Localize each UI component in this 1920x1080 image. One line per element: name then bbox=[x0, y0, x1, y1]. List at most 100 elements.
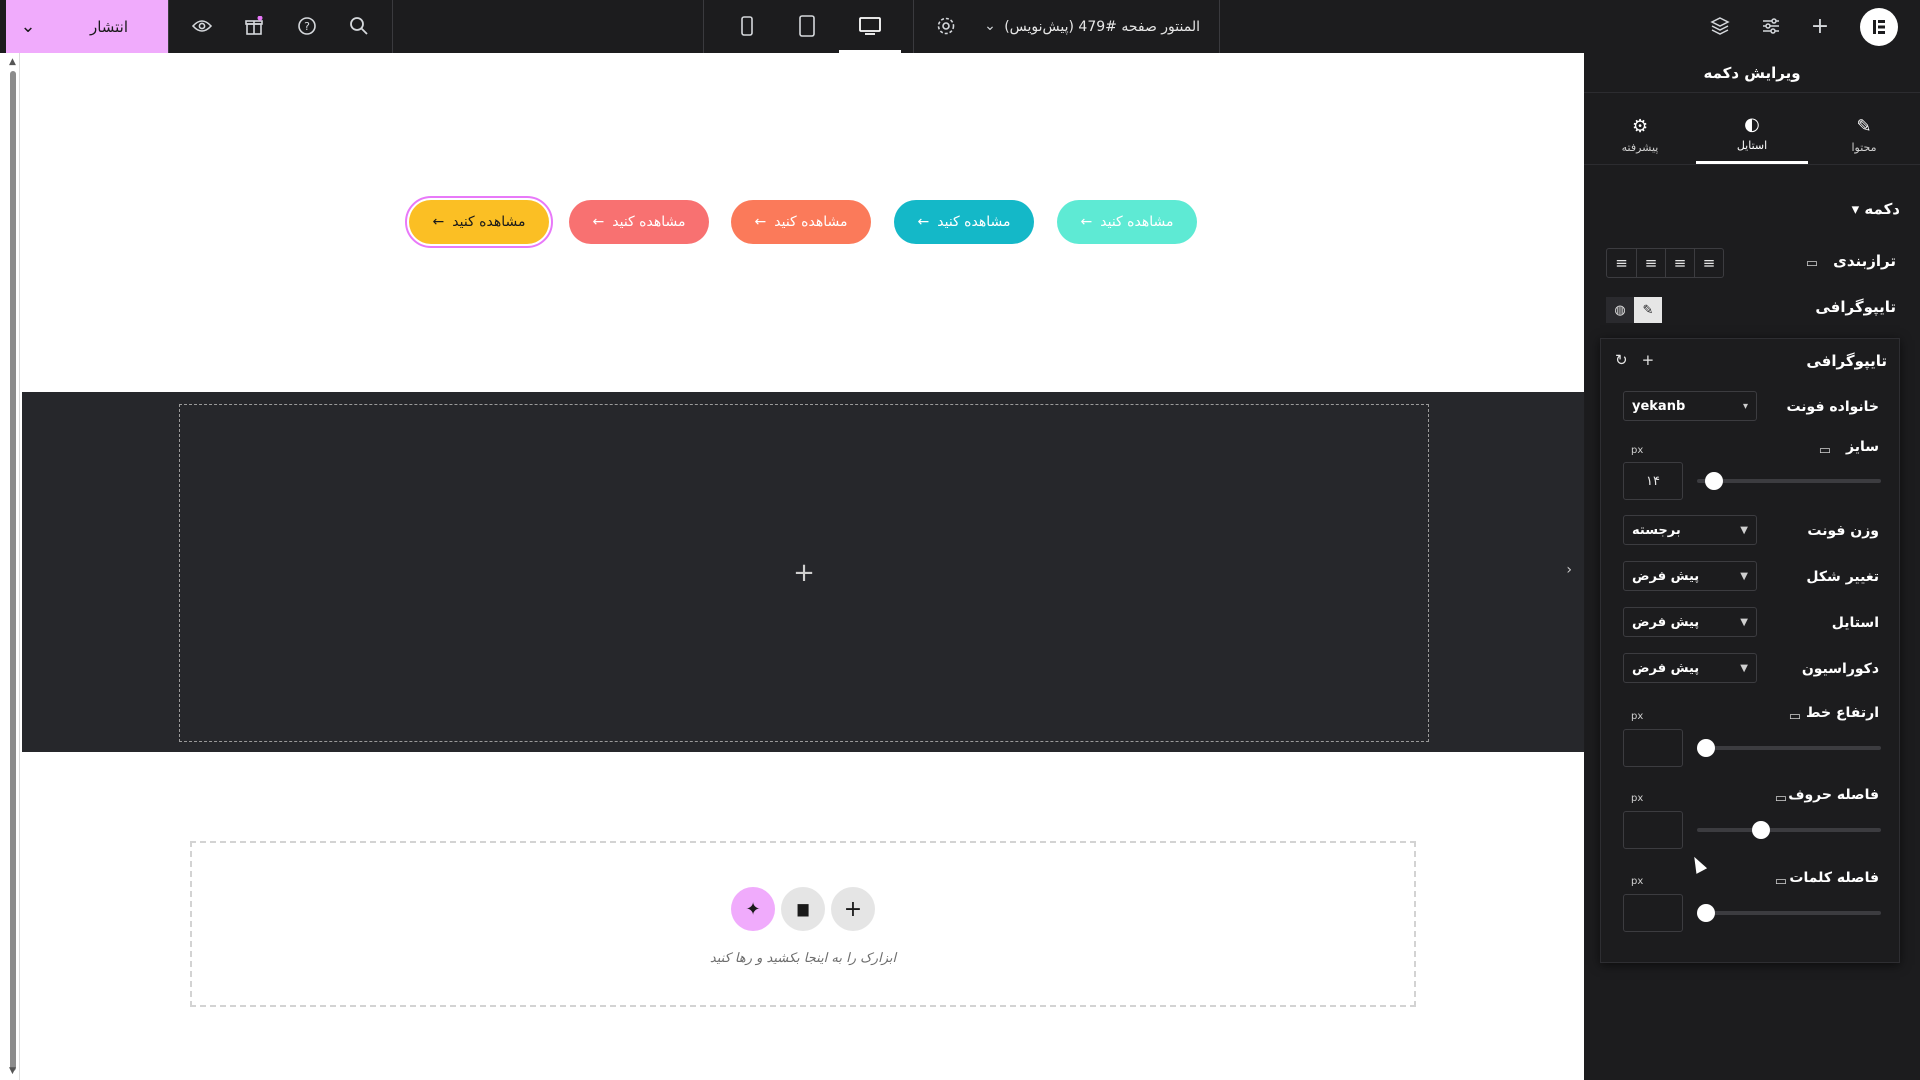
elementor-logo[interactable] bbox=[1860, 8, 1898, 46]
globe-icon[interactable]: ◍ bbox=[1606, 297, 1634, 323]
tab-style[interactable]: ◐ استایل bbox=[1696, 105, 1808, 164]
ai-sparkle-icon[interactable]: ✦ bbox=[731, 887, 775, 931]
canvas-button-1[interactable]: مشاهده کنید ← bbox=[405, 196, 553, 248]
top-bar: ⌄ انتشار ? ⌄ المنتور صفحه #479 (پیش‌نویس… bbox=[0, 0, 1920, 53]
button-label: مشاهده کنید bbox=[452, 214, 526, 230]
word-spacing-input[interactable] bbox=[1623, 894, 1683, 932]
arrow-left-icon: ← bbox=[754, 214, 767, 230]
add-icon[interactable]: + bbox=[1642, 351, 1655, 369]
responsive-monitor-icon[interactable]: ▭ bbox=[1789, 709, 1801, 724]
dark-section: + › bbox=[22, 392, 1584, 752]
gift-icon[interactable] bbox=[240, 12, 268, 40]
sliders-icon[interactable] bbox=[1757, 12, 1785, 40]
section-header-button[interactable]: دکمه ▾ bbox=[1852, 200, 1900, 218]
drop-hint-text: ابزارک را به اینجا بکشید و رها کنید bbox=[709, 951, 897, 966]
word-spacing-label: فاصله کلمات bbox=[1789, 870, 1879, 886]
mobile-icon[interactable] bbox=[733, 12, 761, 40]
add-section-plus-icon[interactable]: + bbox=[831, 887, 875, 931]
canvas-button-5[interactable]: مشاهده کنید ← bbox=[1057, 200, 1197, 244]
section-title: دکمه bbox=[1864, 200, 1900, 218]
add-section-dropzone[interactable]: ✦ ▆ + ابزارک را به اینجا بکشید و رها کنی… bbox=[190, 841, 1416, 1007]
caret-down-icon: ▾ bbox=[1851, 200, 1860, 218]
panel-title: ویرایش دکمه bbox=[1584, 53, 1920, 93]
responsive-monitor-icon[interactable]: ▭ bbox=[1775, 874, 1787, 889]
text-decoration-label: دکوراسیون bbox=[1801, 661, 1879, 677]
word-spacing-unit-select[interactable]: px bbox=[1631, 876, 1643, 887]
line-height-unit-select[interactable]: px bbox=[1631, 711, 1643, 722]
line-height-label: ارتفاع خط bbox=[1806, 705, 1879, 721]
tab-advanced[interactable]: ⚙ پیشرفته bbox=[1584, 105, 1696, 164]
help-icon[interactable]: ? bbox=[293, 12, 321, 40]
button-row: مشاهده کنید ← مشاهده کنید ← مشاهده کنید … bbox=[22, 196, 1584, 248]
align-center-icon[interactable]: ≡ bbox=[1636, 249, 1665, 277]
canvas-button-4[interactable]: مشاهده کنید ← bbox=[894, 200, 1034, 244]
canvas-scrollbar[interactable]: ▲ ▼ bbox=[6, 53, 20, 1080]
contrast-icon: ◐ bbox=[1744, 114, 1760, 135]
scroll-down-icon[interactable]: ▼ bbox=[9, 1066, 16, 1076]
page-title[interactable]: المنتور صفحه #479 (پیش‌نویس) bbox=[1004, 0, 1200, 53]
scroll-up-icon[interactable]: ▲ bbox=[9, 57, 16, 67]
search-icon[interactable] bbox=[345, 12, 373, 40]
publish-options-chevron-icon[interactable]: ⌄ bbox=[6, 0, 50, 53]
font-style-select[interactable]: ▼ پیش فرض bbox=[1623, 607, 1757, 637]
slider-knob[interactable] bbox=[1697, 904, 1715, 922]
editor-panel: ویرایش دکمه ✎ محتوا ◐ استایل ⚙ پیشرفته د… bbox=[1584, 53, 1920, 1080]
text-decoration-value: پیش فرض bbox=[1632, 660, 1700, 676]
align-left-icon[interactable]: ≡ bbox=[1665, 249, 1694, 277]
font-weight-select[interactable]: ▼ برجسته bbox=[1623, 515, 1757, 545]
size-label: سایز bbox=[1846, 439, 1879, 455]
size-input[interactable]: ۱۴ bbox=[1623, 462, 1683, 500]
font-family-value: yekanb bbox=[1632, 398, 1686, 414]
letter-spacing-input[interactable] bbox=[1623, 811, 1683, 849]
folder-icon[interactable]: ▆ bbox=[781, 887, 825, 931]
line-height-slider[interactable] bbox=[1697, 739, 1881, 757]
layers-icon[interactable] bbox=[1706, 12, 1734, 40]
font-family-select[interactable]: ▾ yekanb bbox=[1623, 391, 1757, 421]
tablet-icon[interactable] bbox=[793, 12, 821, 40]
divider bbox=[392, 0, 393, 53]
eye-icon[interactable] bbox=[188, 12, 216, 40]
slider-knob[interactable] bbox=[1705, 472, 1724, 490]
canvas-button-3[interactable]: مشاهده کنید ← bbox=[731, 200, 871, 244]
text-decoration-select[interactable]: ▼ پیش فرض bbox=[1623, 653, 1757, 683]
chevron-right-icon[interactable]: › bbox=[1566, 562, 1572, 578]
button-label: مشاهده کنید bbox=[1100, 214, 1174, 230]
align-justify-icon[interactable]: ≡ bbox=[1694, 249, 1723, 277]
slider-knob[interactable] bbox=[1751, 821, 1770, 839]
publish-button[interactable]: انتشار bbox=[50, 0, 168, 53]
letter-spacing-unit-select[interactable]: px bbox=[1631, 793, 1643, 804]
responsive-monitor-icon[interactable]: ▭ bbox=[1775, 791, 1787, 806]
plus-icon[interactable]: + bbox=[1806, 12, 1834, 40]
responsive-monitor-icon[interactable]: ▭ bbox=[1819, 443, 1831, 458]
alignment-buttons: ≡ ≡ ≡ ≡ bbox=[1606, 248, 1724, 278]
add-section-actions: ✦ ▆ + bbox=[192, 887, 1414, 931]
dropdown-caret-icon: ▼ bbox=[1740, 570, 1748, 582]
word-spacing-slider[interactable] bbox=[1697, 904, 1881, 922]
settings-icon[interactable] bbox=[932, 12, 960, 40]
scrollbar-thumb[interactable] bbox=[10, 71, 16, 1071]
edit-pencil-icon[interactable]: ✎ bbox=[1634, 297, 1662, 323]
chevron-down-icon[interactable]: ⌄ bbox=[976, 12, 1004, 40]
text-transform-select[interactable]: ▼ پیش فرض bbox=[1623, 561, 1757, 591]
font-style-value: پیش فرض bbox=[1632, 614, 1700, 630]
responsive-monitor-icon[interactable]: ▭ bbox=[1806, 256, 1818, 271]
dropdown-caret-icon: ▾ bbox=[1742, 400, 1748, 412]
reset-icon[interactable]: ↻ bbox=[1615, 351, 1628, 369]
gear-icon: ⚙ bbox=[1631, 115, 1649, 137]
desktop-icon[interactable] bbox=[856, 12, 884, 40]
svg-text:?: ? bbox=[304, 20, 310, 33]
line-height-input[interactable] bbox=[1623, 729, 1683, 767]
slider-knob[interactable] bbox=[1697, 739, 1715, 757]
canvas-button-2[interactable]: مشاهده کنید ← bbox=[569, 200, 709, 244]
add-element-plus-icon[interactable]: + bbox=[793, 558, 815, 588]
panel-tabs: ✎ محتوا ◐ استایل ⚙ پیشرفته bbox=[1584, 105, 1920, 165]
size-unit-select[interactable]: px bbox=[1631, 445, 1643, 456]
letter-spacing-slider[interactable] bbox=[1697, 821, 1881, 839]
size-slider[interactable] bbox=[1697, 472, 1881, 490]
empty-container-dropzone[interactable]: + bbox=[179, 404, 1429, 742]
arrow-left-icon: ← bbox=[432, 214, 445, 230]
tab-content[interactable]: ✎ محتوا bbox=[1808, 105, 1920, 164]
align-right-icon[interactable]: ≡ bbox=[1607, 249, 1636, 277]
dropdown-caret-icon: ▼ bbox=[1740, 662, 1748, 674]
divider bbox=[168, 0, 169, 53]
